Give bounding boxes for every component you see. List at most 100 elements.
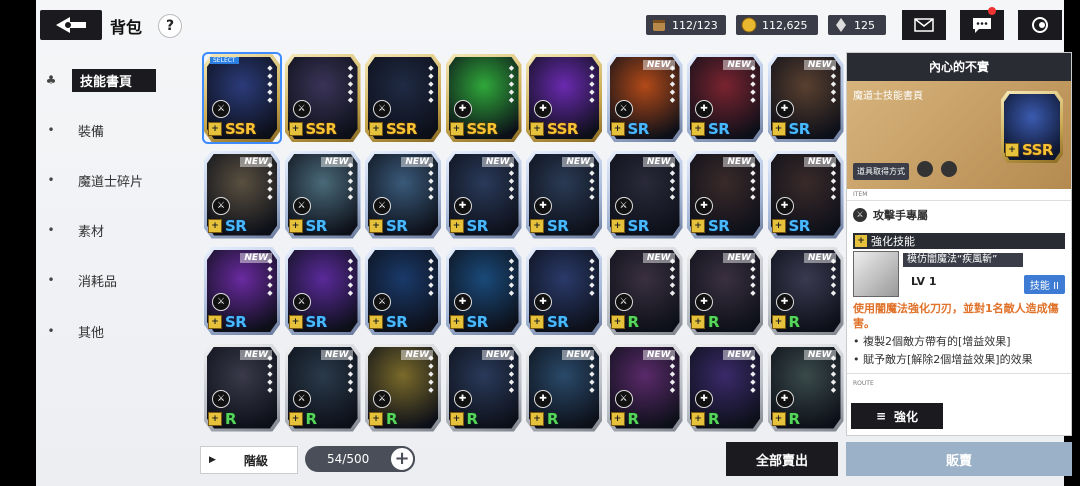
chat-notification-dot bbox=[988, 7, 996, 15]
class-emblem-icon: ⚔ bbox=[292, 293, 311, 311]
new-badge: NEW bbox=[320, 156, 353, 167]
skill-page-card[interactable]: ◆ ◆ ◆ ◆ ◆ NEW ✚ + R bbox=[445, 343, 522, 432]
rarity-label: R bbox=[305, 409, 318, 428]
rarity-row: + SSR bbox=[530, 120, 598, 138]
rarity-label: SSR bbox=[386, 120, 417, 138]
skill-page-card[interactable]: ◆ ◆ ◆ ◆ ◆ NEW ✚ + R bbox=[687, 247, 763, 335]
rarity-row: + R bbox=[771, 410, 840, 428]
skill-page-card[interactable]: ◆ ◆ ◆ ◆ ◆ SELECT ⚔ + SSR bbox=[204, 54, 280, 142]
enhance-label: 強化 bbox=[894, 409, 919, 424]
star-pips-icon: ◆ ◆ ◆ ◆ ◆ bbox=[589, 353, 595, 394]
skill-page-card[interactable]: ◆ ◆ ◆ ◆ ◆ ⚔ + SSR bbox=[284, 54, 361, 142]
get-way-button[interactable]: 道具取得方式 bbox=[853, 163, 909, 180]
star-pips-icon: ◆ ◆ ◆ ◆ ◆ bbox=[669, 353, 676, 394]
rarity-plus-icon: + bbox=[530, 315, 544, 329]
skill-page-card[interactable]: ◆ ◆ ◆ ◆ ◆ NEW ⚔ + R bbox=[204, 343, 280, 432]
skill-page-card[interactable]: ◆ ◆ ◆ ◆ ◆ ⚔ + SSR bbox=[365, 54, 441, 142]
detail-card: + SSR bbox=[1001, 91, 1063, 163]
class-emblem-icon: ⚔ bbox=[373, 293, 391, 311]
enhance-button[interactable]: ≡ 強化 bbox=[851, 403, 943, 429]
skill-page-card[interactable]: ◆ ◆ ◆ ◆ ◆ NEW ✚ + R bbox=[767, 247, 844, 335]
skill-name: 模仿闇魔法“疾風斬” bbox=[903, 253, 1023, 267]
star-pips-icon: ◆ ◆ ◆ ◆ ◆ bbox=[669, 160, 676, 201]
skill-page-card[interactable]: ◆ ◆ ◆ ◆ ◆ NEW ⚔ + R bbox=[606, 343, 683, 432]
rarity-row: + R bbox=[208, 410, 276, 428]
skill-page-card[interactable]: ◆ ◆ ◆ ◆ ◆ NEW ⚔ + R bbox=[284, 343, 361, 432]
skill-page-card[interactable]: ◆ ◆ ◆ ◆ ◆ NEW ✚ + SR bbox=[767, 54, 844, 142]
menu-button[interactable] bbox=[1018, 10, 1062, 40]
rarity-label: SR bbox=[547, 313, 569, 331]
skill-page-card[interactable]: ◆ ◆ ◆ ◆ ◆ NEW ✚ + SR bbox=[687, 150, 763, 239]
sidebar-item[interactable]: • 魔道士碎片 bbox=[40, 168, 186, 192]
star-pips-icon: ◆ ◆ ◆ ◆ ◆ bbox=[830, 64, 837, 104]
class-emblem-icon: ✚ bbox=[695, 100, 713, 118]
rarity-row: + R bbox=[288, 409, 357, 428]
rarity-label: SR bbox=[386, 313, 408, 331]
star-pips-icon: ◆ ◆ ◆ ◆ ◆ bbox=[750, 64, 756, 104]
star-pips-icon: ◆ ◆ ◆ ◆ ◆ bbox=[347, 353, 354, 394]
back-button[interactable] bbox=[40, 10, 102, 40]
rarity-label: R bbox=[708, 313, 720, 331]
skill-page-card[interactable]: ◆ ◆ ◆ ◆ ◆ ✚ + SSR bbox=[445, 54, 522, 142]
detail-panel: 內心的不實 魔道士技能書頁 + SSR 道具取得方式 ITEM ⚔ 攻擊手專屬 +… bbox=[846, 52, 1072, 436]
new-badge: NEW bbox=[723, 253, 755, 263]
skill-page-card[interactable]: ◆ ◆ ◆ ◆ ◆ NEW ⚔ + SR bbox=[204, 150, 280, 239]
gold-display[interactable]: 112,625 bbox=[736, 15, 818, 35]
skill-page-card[interactable]: ◆ ◆ ◆ ◆ ◆ NEW ⚔ + SR bbox=[606, 150, 683, 239]
skill-page-card[interactable]: ◆ ◆ ◆ ◆ ◆ NEW ⚔ + SR bbox=[365, 150, 441, 239]
skill-page-card[interactable]: ◆ ◆ ◆ ◆ ◆ NEW ✚ + R bbox=[767, 343, 844, 432]
skill-page-card[interactable]: ◆ ◆ ◆ ◆ ◆ ✚ + SSR bbox=[526, 54, 602, 142]
rarity-label: SSR bbox=[225, 120, 256, 138]
sidebar-item[interactable]: • 其他 bbox=[40, 319, 186, 343]
skill-page-card[interactable]: ◆ ◆ ◆ ◆ ◆ NEW ✚ + SR bbox=[687, 54, 763, 142]
star-pips-icon: ◆ ◆ ◆ ◆ ◆ bbox=[589, 160, 595, 201]
rarity-label: SR bbox=[788, 120, 811, 138]
magnify-icon[interactable] bbox=[941, 161, 957, 177]
new-badge: NEW bbox=[642, 253, 675, 263]
skill-page-card[interactable]: ◆ ◆ ◆ ◆ ◆ ✚ + SR bbox=[526, 247, 602, 335]
lock-icon[interactable] bbox=[917, 161, 933, 177]
star-pips-icon: ◆ ◆ ◆ ◆ ◆ bbox=[347, 64, 354, 104]
sidebar-item[interactable]: ♣ 技能書頁 bbox=[40, 68, 186, 92]
sort-button[interactable]: ▶ 階級 bbox=[200, 446, 298, 474]
skill-page-card[interactable]: ◆ ◆ ◆ ◆ ◆ NEW ⚔ + R bbox=[365, 343, 441, 432]
sidebar-item[interactable]: • 消耗品 bbox=[40, 268, 186, 292]
skill-page-card[interactable]: ◆ ◆ ◆ ◆ ◆ NEW ⚔ + R bbox=[606, 247, 683, 335]
mail-button[interactable] bbox=[902, 10, 946, 40]
sidebar-item-label: 消耗品 bbox=[78, 274, 118, 290]
sell-button[interactable]: 販賣 bbox=[846, 442, 1072, 476]
exclusive-label: 攻擊手專屬 bbox=[873, 209, 928, 222]
skill-page-card[interactable]: ◆ ◆ ◆ ◆ ◆ NEW ⚔ + SR bbox=[606, 54, 683, 142]
rarity-plus-icon: + bbox=[530, 122, 544, 136]
rarity-plus-icon: + bbox=[449, 218, 464, 233]
help-button[interactable]: ? bbox=[158, 14, 182, 38]
skill-page-card[interactable]: ◆ ◆ ◆ ◆ ◆ NEW ✚ + R bbox=[687, 343, 763, 432]
crystal-display[interactable]: 125 bbox=[828, 15, 886, 35]
skill-page-card[interactable]: ◆ ◆ ◆ ◆ ◆ ✚ + SR bbox=[445, 247, 522, 335]
skill-bullet-2: • 賦予敵方[解除2個增益效果]的效果 bbox=[853, 353, 1033, 366]
new-badge: NEW bbox=[481, 349, 514, 360]
rarity-row: + SR bbox=[208, 313, 276, 331]
class-emblem-icon: ⚔ bbox=[212, 293, 230, 311]
detail-title: 內心的不實 bbox=[847, 53, 1071, 81]
skill-page-card[interactable]: ◆ ◆ ◆ ◆ ◆ NEW ⚔ + SR bbox=[284, 150, 361, 239]
sidebar-item[interactable]: • 素材 bbox=[40, 218, 186, 242]
skill-page-card[interactable]: ◆ ◆ ◆ ◆ ◆ NEW ✚ + SR bbox=[767, 150, 844, 239]
expand-inventory-plus-icon[interactable]: + bbox=[389, 446, 415, 472]
chat-button[interactable] bbox=[960, 7, 1004, 40]
skill-page-card[interactable]: ◆ ◆ ◆ ◆ ◆ ⚔ + SR bbox=[365, 247, 441, 335]
skill-page-card[interactable]: ◆ ◆ ◆ ◆ ◆ NEW ✚ + SR bbox=[526, 150, 602, 239]
skill-page-card[interactable]: ◆ ◆ ◆ ◆ ◆ NEW ⚔ + SR bbox=[204, 247, 280, 335]
skill-page-card[interactable]: ◆ ◆ ◆ ◆ ◆ ⚔ + SR bbox=[284, 247, 361, 335]
stamina-display[interactable]: 112/123 bbox=[646, 15, 726, 35]
skill-page-card[interactable]: ◆ ◆ ◆ ◆ ◆ NEW ✚ + SR bbox=[445, 150, 522, 239]
sell-all-button[interactable]: 全部賣出 bbox=[726, 442, 838, 476]
class-emblem-icon: ✚ bbox=[534, 100, 552, 118]
class-emblem-icon: ✚ bbox=[453, 196, 472, 215]
rarity-plus-icon: + bbox=[1005, 143, 1019, 157]
skill-page-card[interactable]: ◆ ◆ ◆ ◆ ◆ NEW ✚ + R bbox=[526, 343, 602, 432]
rarity-row: + SR bbox=[369, 313, 437, 331]
sidebar-item[interactable]: • 裝備 bbox=[40, 118, 186, 142]
star-pips-icon: ◆ ◆ ◆ ◆ ◆ bbox=[830, 257, 837, 297]
mail-icon bbox=[914, 18, 934, 32]
